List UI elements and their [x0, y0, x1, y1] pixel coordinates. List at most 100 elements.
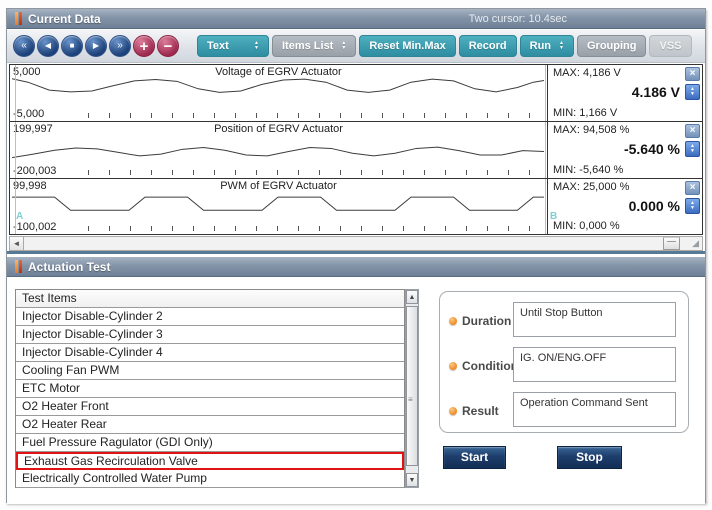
voltage-time-ticks	[88, 113, 541, 118]
pwm-time-ticks	[88, 226, 541, 231]
position-value-panel: MAX: 94,508 % -5.640 % MIN: -5,640 % × ▲…	[549, 122, 702, 178]
updown-spinner-icon: ▲▼	[341, 41, 346, 51]
stop-playback-button[interactable]: ■	[61, 35, 83, 57]
close-icon[interactable]: ×	[685, 181, 700, 195]
text-mode-label: Text	[207, 40, 229, 52]
conditions-value: IG. ON/ENG.OFF	[513, 347, 676, 382]
position-max-readout: MAX: 94,508 %	[553, 124, 629, 136]
result-value: Operation Command Sent	[513, 392, 676, 427]
chart-pwm-plot: 99,998 PWM of EGRV Actuator -100,002 A	[10, 179, 548, 234]
panel-marker-icon	[15, 260, 22, 273]
bullet-icon	[449, 407, 457, 415]
two-cursor-status: Two cursor: 10.4sec	[469, 13, 567, 25]
minus-icon: −	[164, 39, 173, 54]
updown-spinner-icon: ▲▼	[559, 41, 564, 51]
zoom-in-button[interactable]: +	[133, 35, 155, 57]
current-data-title: Current Data	[28, 12, 101, 26]
list-item-cooling-fan-pwm[interactable]: Cooling Fan PWM	[16, 362, 404, 380]
list-item-injector-disable-cylinder-2[interactable]: Injector Disable-Cylinder 2	[16, 308, 404, 326]
record-button[interactable]: Record	[459, 35, 517, 57]
chart-area: 5,000 Voltage of EGRV Actuator -5,000 MA…	[9, 64, 703, 235]
voltage-value-panel: MAX: 4,186 V 4.186 V MIN: 1,166 V × ▲▼	[549, 65, 702, 121]
reorder-updown-icon[interactable]: ▲▼	[685, 84, 700, 100]
items-list-button[interactable]: Items List ▲▼	[272, 35, 356, 57]
cursor-b-line[interactable]	[545, 65, 546, 121]
pwm-chart-title: PWM of EGRV Actuator	[10, 180, 547, 192]
play-icon: ▶	[93, 42, 99, 50]
rewind-button[interactable]: «	[13, 35, 35, 57]
chart-position-plot: 199,997 Position of EGRV Actuator -200,0…	[10, 122, 548, 178]
test-info-box: Duration Until Stop Button Conditions IG…	[439, 291, 689, 433]
list-item-etc-motor[interactable]: ETC Motor	[16, 380, 404, 398]
result-label: Result	[462, 404, 499, 418]
play-button[interactable]: ▶	[85, 35, 107, 57]
cursor-a-line[interactable]	[15, 122, 16, 178]
stop-button[interactable]: Stop	[557, 446, 622, 469]
run-button[interactable]: Run ▲▼	[520, 35, 574, 57]
voltage-min-readout: MIN: 1,166 V	[553, 107, 617, 119]
list-item-exhaust-gas-recirculation-valve[interactable]: Exhaust Gas Recirculation Valve	[16, 452, 404, 470]
vss-label: VSS	[659, 40, 681, 52]
scrollbar-thumb[interactable]	[406, 306, 418, 466]
position-scale-min: -200,003	[13, 165, 56, 177]
cursor-b-line[interactable]	[545, 179, 546, 234]
forward-button[interactable]: »	[109, 35, 131, 57]
reset-minmax-button[interactable]: Reset Min.Max	[359, 35, 455, 57]
plus-icon: +	[140, 39, 149, 54]
screenshot-stage: Current Data Two cursor: 10.4sec « ◀ ■ ▶…	[0, 0, 712, 510]
start-button[interactable]: Start	[443, 446, 506, 469]
close-icon[interactable]: ×	[685, 124, 700, 138]
zoom-out-button[interactable]: −	[157, 35, 179, 57]
scroll-left-icon[interactable]: ◄	[10, 237, 24, 250]
voltage-scale-min: -5,000	[13, 108, 44, 120]
list-item-injector-disable-cylinder-3[interactable]: Injector Disable-Cylinder 3	[16, 326, 404, 344]
list-item-fuel-pressure-regulator[interactable]: Fuel Pressure Ragulator (GDI Only)	[16, 434, 404, 452]
position-min-readout: MIN: -5,640 %	[553, 164, 623, 176]
chart-toolbar: « ◀ ■ ▶ » + − Text ▲▼ Items List ▲▼ Rese	[7, 30, 705, 63]
duration-value: Until Stop Button	[513, 302, 676, 337]
list-item-injector-disable-cylinder-4[interactable]: Injector Disable-Cylinder 4	[16, 344, 404, 362]
reorder-updown-icon[interactable]: ▲▼	[685, 198, 700, 214]
chart-voltage-row: 5,000 Voltage of EGRV Actuator -5,000 MA…	[10, 65, 702, 122]
step-back-button[interactable]: ◀	[37, 35, 59, 57]
scroll-up-icon[interactable]: ▲	[406, 290, 418, 304]
grouping-label: Grouping	[587, 40, 637, 52]
position-chart-title: Position of EGRV Actuator	[10, 123, 547, 135]
current-data-panel: Current Data Two cursor: 10.4sec « ◀ ■ ▶…	[7, 9, 705, 254]
result-label-group: Result	[449, 404, 499, 418]
items-list-label: Items List	[282, 40, 333, 52]
cursor-a-line[interactable]	[15, 65, 16, 121]
voltage-chart-title: Voltage of EGRV Actuator	[10, 66, 547, 78]
stop-icon: ■	[70, 42, 75, 50]
resize-handle-icon[interactable]: ◢	[692, 238, 699, 249]
bullet-icon	[449, 317, 457, 325]
cursor-b-line[interactable]	[545, 122, 546, 178]
step-back-icon: ◀	[45, 42, 51, 50]
list-item-o2-heater-front[interactable]: O2 Heater Front	[16, 398, 404, 416]
pwm-current-value: 0.000 %	[629, 198, 680, 214]
actuation-test-titlebar: Actuation Test	[7, 257, 705, 277]
close-icon[interactable]: ×	[685, 67, 700, 81]
test-items-header: Test Items	[16, 290, 404, 308]
current-data-titlebar: Current Data Two cursor: 10.4sec	[7, 9, 705, 29]
scrollbar-grip-icon: ≡	[408, 398, 415, 401]
text-mode-button[interactable]: Text ▲▼	[197, 35, 269, 57]
voltage-current-value: 4.186 V	[632, 84, 680, 100]
grouping-button[interactable]: Grouping	[577, 35, 647, 57]
scrollbar-thumb[interactable]	[663, 237, 680, 250]
chart-horizontal-scrollbar[interactable]: ◄ ◢	[9, 236, 703, 251]
vss-button[interactable]: VSS	[649, 35, 691, 57]
run-label: Run	[530, 40, 551, 52]
reorder-updown-icon[interactable]: ▲▼	[685, 141, 700, 157]
list-item-o2-heater-rear[interactable]: O2 Heater Rear	[16, 416, 404, 434]
list-item-electrically-controlled-water-pump[interactable]: Electrically Controlled Water Pump	[16, 470, 404, 488]
pwm-scale-min: -100,002	[13, 221, 56, 233]
bullet-icon	[449, 362, 457, 370]
cursor-a-line[interactable]	[15, 179, 16, 234]
test-items-scrollbar[interactable]: ▲ ≡ ▼	[405, 289, 419, 488]
panel-marker-icon	[15, 12, 22, 25]
duration-label: Duration	[462, 314, 511, 328]
scroll-down-icon[interactable]: ▼	[406, 473, 418, 487]
forward-icon: »	[117, 41, 123, 51]
position-current-value: -5.640 %	[624, 141, 680, 157]
